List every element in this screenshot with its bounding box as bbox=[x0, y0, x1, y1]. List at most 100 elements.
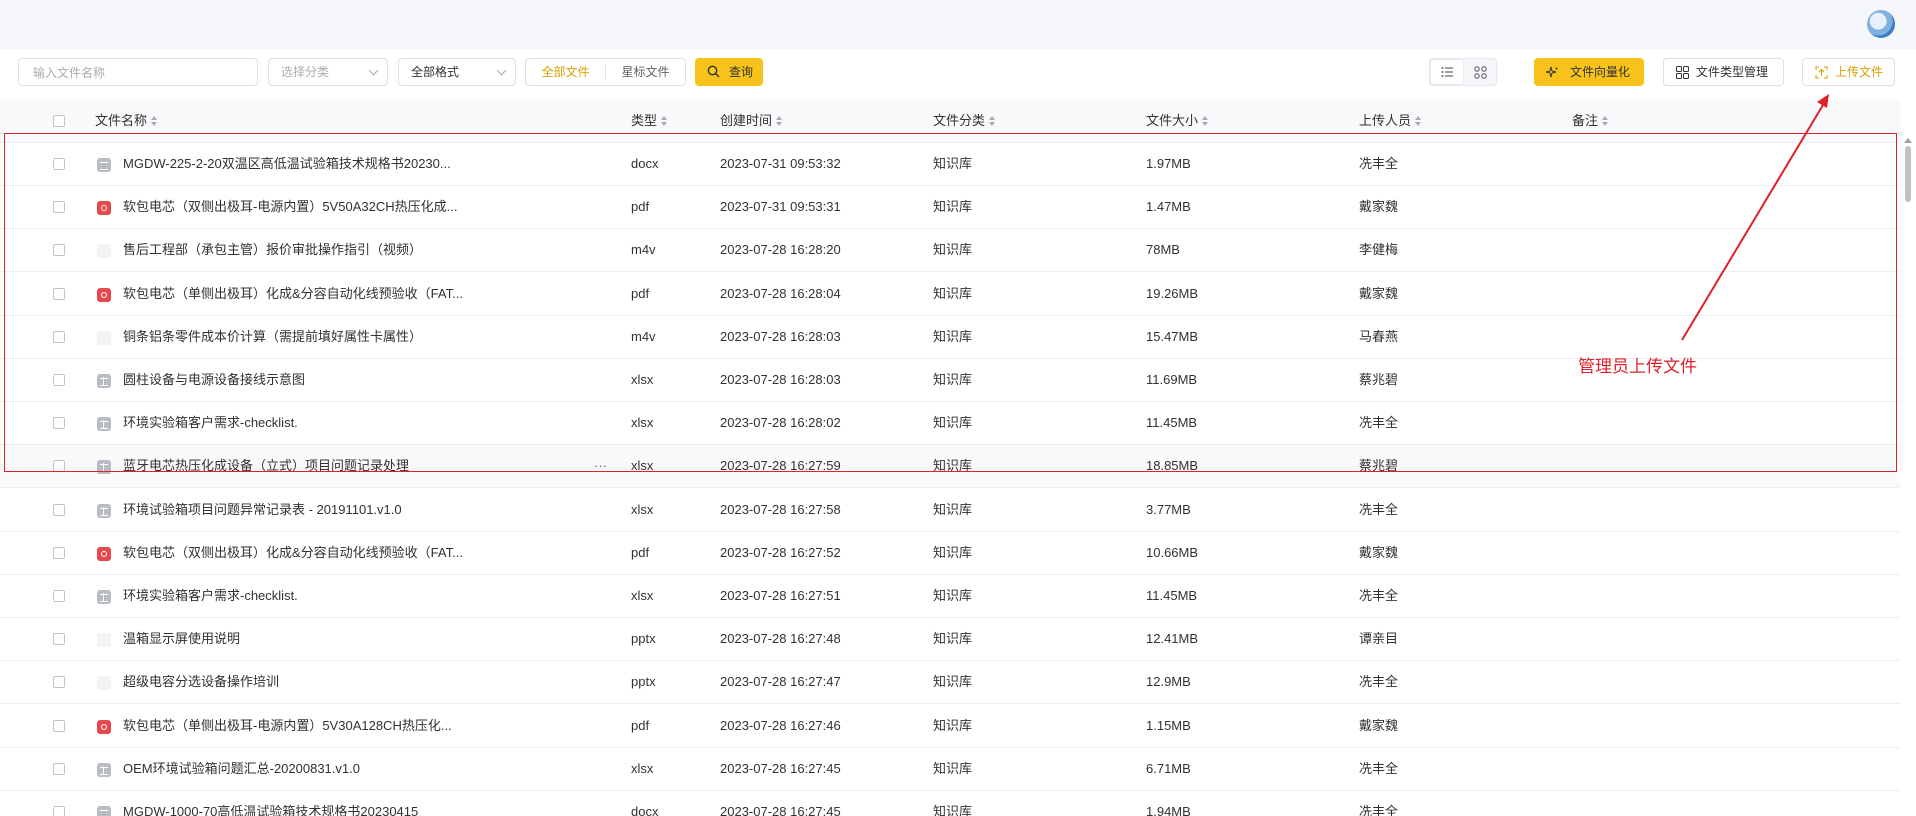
column-header-uploader[interactable]: 上传人员 bbox=[1359, 99, 1422, 143]
row-checkbox[interactable] bbox=[53, 460, 65, 473]
cell-type: xlsx bbox=[631, 372, 654, 387]
table-row[interactable]: 超级电容分选设备操作培训 pptx 2023-07-28 16:27:47 知识库 12… bbox=[0, 661, 1900, 705]
cell-file-name[interactable]: 软包电芯（单侧出极耳）化成&分容自动化线预验收（FAT... bbox=[123, 273, 463, 315]
query-button[interactable]: 查询 bbox=[695, 58, 763, 86]
cell-size: 12.41MB bbox=[1146, 631, 1199, 647]
cell-file-name[interactable]: OEM环境试验箱问题汇总-20200831.v1.0 bbox=[123, 748, 360, 790]
cell-category: 知识库 bbox=[933, 372, 973, 387]
cell-type: xlsx bbox=[631, 588, 654, 603]
row-checkbox[interactable] bbox=[53, 676, 65, 689]
row-checkbox[interactable] bbox=[53, 287, 65, 300]
column-header-size[interactable]: 文件大小 bbox=[1146, 99, 1209, 143]
cell-file-name[interactable]: 环境实验箱客户需求-checklist. bbox=[123, 402, 298, 444]
table-row[interactable]: 软包电芯（单侧出极耳）化成&分容自动化线预验收（FAT... pdf 2023-07… bbox=[0, 273, 1900, 316]
table-row[interactable]: 软包电芯（双侧出极耳-电源内置）5V50A32CH热压化成... pdf 2023-… bbox=[0, 186, 1900, 230]
cell-file-name[interactable]: 软包电芯（双侧出极耳-电源内置）5V50A32CH热压化成... bbox=[123, 186, 457, 228]
top-header-bar bbox=[0, 0, 1916, 49]
cell-file-name[interactable]: 超级电容分选设备操作培训 bbox=[123, 661, 279, 703]
table-row[interactable]: 环境实验箱客户需求-checklist. xlsx 2023-07-28 16:27… bbox=[0, 575, 1900, 618]
cell-type: m4v bbox=[631, 242, 656, 258]
tab-starred-files[interactable]: 星标文件 bbox=[606, 59, 685, 85]
row-checkbox[interactable] bbox=[53, 330, 65, 343]
query-button-label: 查询 bbox=[729, 65, 754, 79]
cell-file-name[interactable]: 环境实验箱客户需求-checklist. bbox=[123, 575, 298, 617]
file-type-management-button[interactable]: 文件类型管理 bbox=[1663, 58, 1784, 86]
row-checkbox[interactable] bbox=[53, 546, 65, 559]
cell-file-name[interactable]: 蓝牙电芯热压化成设备（立式）项目问题记录处理 bbox=[123, 445, 409, 487]
table-row[interactable]: OEM环境试验箱问题汇总-20200831.v1.0 xlsx 2023-07-28… bbox=[0, 748, 1900, 791]
table-row[interactable]: MGDW-1000-70高低温试验箱技术规格书20230415 docx 2023-… bbox=[0, 791, 1900, 816]
list-icon bbox=[1441, 67, 1453, 77]
sparkle-icon bbox=[1546, 66, 1558, 78]
column-header-type[interactable]: 类型 bbox=[631, 99, 668, 143]
file-name-input-field[interactable] bbox=[31, 59, 249, 87]
scrollbar-thumb[interactable] bbox=[1905, 146, 1911, 202]
grid-view-button[interactable] bbox=[1464, 60, 1496, 84]
file-scope-tabs: 全部文件 星标文件 bbox=[525, 58, 686, 86]
cell-file-name[interactable]: 温箱显示屏使用说明 bbox=[123, 618, 240, 660]
video-file-icon bbox=[97, 244, 111, 259]
row-checkbox[interactable] bbox=[53, 201, 65, 214]
row-more-actions-icon[interactable]: ··· bbox=[594, 445, 607, 487]
column-header-note[interactable]: 备注 bbox=[1572, 99, 1609, 143]
table-row[interactable]: 软包电芯（双侧出极耳）化成&分容自动化线预验收（FAT... pdf 2023-07… bbox=[0, 532, 1900, 575]
vertical-scrollbar[interactable] bbox=[1900, 99, 1916, 816]
tab-all-files[interactable]: 全部文件 bbox=[526, 59, 605, 85]
table-row[interactable]: 环境试验箱项目问题异常记录表 - 20191101.v1.0 xlsx 2023-0… bbox=[0, 489, 1900, 532]
table-row[interactable]: 温箱显示屏使用说明 pptx 2023-07-28 16:27:48 知识库 12.41… bbox=[0, 618, 1900, 662]
column-header-category[interactable]: 文件分类 bbox=[933, 99, 996, 143]
scroll-up-arrow-icon[interactable] bbox=[1904, 138, 1912, 143]
row-checkbox[interactable] bbox=[53, 417, 65, 430]
cell-file-name[interactable]: 圆柱设备与电源设备接线示意图 bbox=[123, 359, 305, 401]
row-checkbox[interactable] bbox=[53, 762, 65, 775]
row-checkbox[interactable] bbox=[53, 503, 65, 516]
column-header-label: 类型 bbox=[631, 113, 658, 128]
file-vectorize-button[interactable]: 文件向量化 bbox=[1534, 58, 1644, 86]
table-row[interactable]: MGDW-225-2-20双温区高低温试验箱技术规格书20230... docx 2… bbox=[0, 143, 1900, 186]
select-all-checkbox[interactable] bbox=[53, 115, 65, 127]
sort-icon bbox=[661, 115, 668, 126]
chevron-down-icon bbox=[368, 65, 379, 76]
cell-file-name[interactable]: MGDW-1000-70高低温试验箱技术规格书20230415 bbox=[123, 791, 418, 816]
spreadsheet-file-icon bbox=[97, 762, 111, 777]
table-row[interactable]: 环境实验箱客户需求-checklist. xlsx 2023-07-28 16:28… bbox=[0, 402, 1900, 446]
spreadsheet-file-icon bbox=[97, 590, 111, 604]
column-header-label: 创建时间 bbox=[720, 113, 773, 128]
column-header-name[interactable]: 文件名称 bbox=[95, 99, 158, 143]
upload-file-button[interactable]: 上传文件 bbox=[1802, 58, 1895, 86]
table-row[interactable]: 蓝牙电芯热压化成设备（立式）项目问题记录处理 ··· xlsx 2023-07-28 … bbox=[0, 445, 1900, 489]
cell-size: 6.71MB bbox=[1146, 760, 1191, 776]
row-checkbox[interactable] bbox=[53, 633, 65, 646]
row-checkbox[interactable] bbox=[53, 806, 65, 816]
file-toolbar: 选择分类 全部格式 全部文件 星标文件 查询 bbox=[0, 49, 1916, 99]
row-checkbox[interactable] bbox=[53, 244, 65, 257]
cell-file-name[interactable]: MGDW-225-2-20双温区高低温试验箱技术规格书20230... bbox=[123, 143, 451, 185]
file-name-search-input[interactable] bbox=[18, 58, 258, 87]
cell-type: pdf bbox=[631, 285, 650, 301]
table-row[interactable]: 售后工程部（承包主管）报价审批操作指引（视频） m4v 2023-07-28 16:… bbox=[0, 229, 1900, 273]
row-checkbox[interactable] bbox=[53, 719, 65, 732]
row-checkbox[interactable] bbox=[53, 158, 65, 170]
cell-file-name[interactable]: 铜条铝条零件成本价计算（需提前填好属性卡属性） bbox=[123, 316, 422, 358]
cell-uploader: 冼丰全 bbox=[1359, 501, 1399, 517]
annotation-label: 管理员上传文件 bbox=[1578, 357, 1697, 376]
cell-uploader: 戴家魏 bbox=[1359, 199, 1399, 215]
cell-category: 知识库 bbox=[933, 804, 973, 816]
cell-size: 11.69MB bbox=[1146, 372, 1198, 387]
pdf-file-icon bbox=[97, 201, 111, 216]
table-row[interactable]: 软包电芯（单侧出极耳-电源内置）5V30A128CH热压化... pdf 2023-… bbox=[0, 705, 1900, 748]
cell-file-name[interactable]: 售后工程部（承包主管）报价审批操作指引（视频） bbox=[123, 229, 422, 271]
cell-created-time: 2023-07-28 16:27:59 bbox=[720, 458, 841, 474]
cell-created-time: 2023-07-31 09:53:32 bbox=[720, 156, 841, 171]
row-checkbox[interactable] bbox=[53, 590, 65, 602]
cell-file-name[interactable]: 软包电芯（单侧出极耳-电源内置）5V30A128CH热压化... bbox=[123, 705, 452, 747]
row-checkbox[interactable] bbox=[53, 374, 65, 386]
format-select[interactable]: 全部格式 bbox=[398, 58, 516, 86]
cell-category: 知识库 bbox=[933, 544, 973, 560]
category-select[interactable]: 选择分类 bbox=[268, 58, 388, 86]
cell-file-name[interactable]: 软包电芯（双侧出极耳）化成&分容自动化线预验收（FAT... bbox=[123, 532, 463, 574]
user-avatar[interactable] bbox=[1867, 10, 1895, 38]
cell-file-name[interactable]: 环境试验箱项目问题异常记录表 - 20191101.v1.0 bbox=[123, 489, 402, 531]
list-view-button[interactable] bbox=[1431, 60, 1463, 84]
column-header-created[interactable]: 创建时间 bbox=[720, 99, 783, 143]
